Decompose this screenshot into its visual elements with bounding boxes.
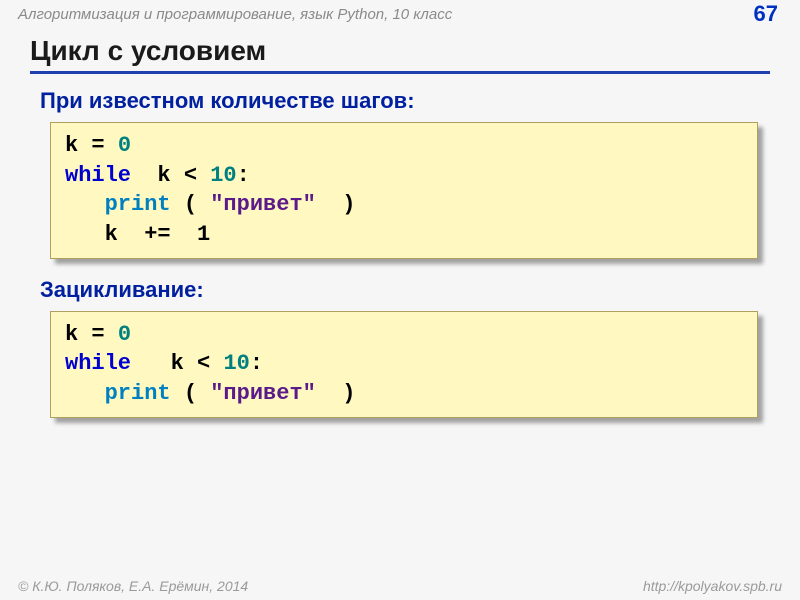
course-title: Алгоритмизация и программирование, язык … xyxy=(18,6,452,23)
slide-header: Алгоритмизация и программирование, язык … xyxy=(0,0,800,28)
slide: Алгоритмизация и программирование, язык … xyxy=(0,0,800,600)
slide-body: При известном количестве шагов: k = 0 wh… xyxy=(36,82,764,436)
slide-title: Цикл с условием xyxy=(30,35,770,67)
title-block: Цикл с условием xyxy=(30,35,770,74)
code-text: k = 0 while k < 10: print ( "привет" ) k… xyxy=(65,133,355,247)
code-block-1: k = 0 while k < 10: print ( "привет" ) k… xyxy=(50,122,758,259)
title-underline xyxy=(30,71,770,74)
footer-authors: © К.Ю. Поляков, Е.А. Ерёмин, 2014 xyxy=(18,578,248,594)
code-block-2: k = 0 while k < 10: print ( "привет" ) xyxy=(50,311,758,418)
page-number: 67 xyxy=(754,1,778,27)
section-heading-2: Зацикливание: xyxy=(40,277,764,303)
code-text: k = 0 while k < 10: print ( "привет" ) xyxy=(65,322,355,406)
footer-url: http://kpolyakov.spb.ru xyxy=(643,578,782,594)
slide-footer: © К.Ю. Поляков, Е.А. Ерёмин, 2014 http:/… xyxy=(0,578,800,594)
section-heading-1: При известном количестве шагов: xyxy=(40,88,764,114)
